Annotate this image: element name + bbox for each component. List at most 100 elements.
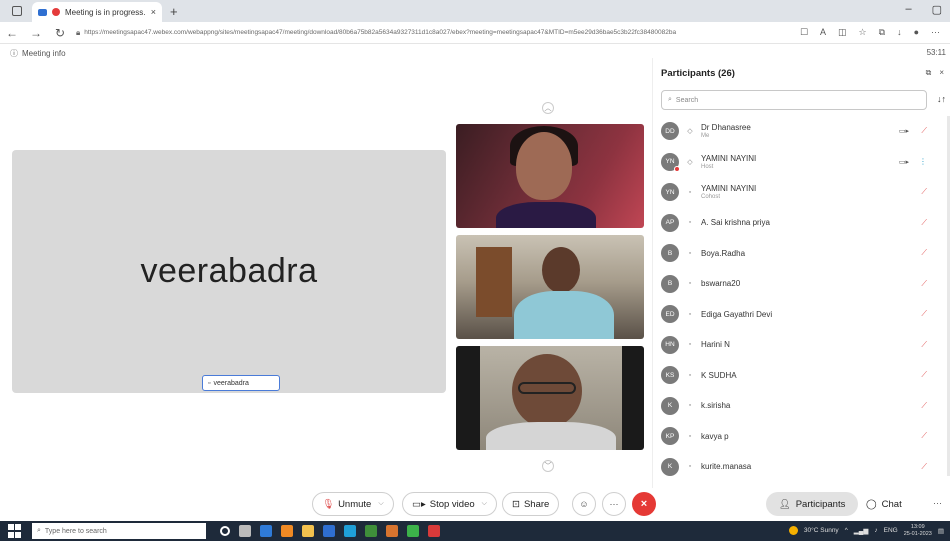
participant-row[interactable]: K ▫ k.sirisha ⟋	[661, 391, 947, 422]
mic-muted-icon[interactable]: ⟋	[921, 401, 927, 411]
participant-row[interactable]: B ▫ Boya.Radha ⟋	[661, 238, 947, 269]
refresh-icon[interactable]: ↻	[48, 26, 72, 40]
participant-row[interactable]: YN ▫ YAMINI NAYINI Cohost ⟋	[661, 177, 947, 208]
unmute-button[interactable]: 🎙︎ Unmute ⌵	[312, 492, 394, 516]
mic-muted-icon[interactable]: ⟋	[921, 187, 927, 197]
task-view-icon[interactable]	[239, 525, 251, 537]
browser-tab[interactable]: Meeting is in progress... ×	[32, 2, 162, 22]
device-icon: ▫	[688, 280, 692, 288]
forward-arrow-icon[interactable]: →	[24, 26, 48, 40]
panel-controls: ⧉ ×	[926, 68, 944, 78]
tray-arrow-icon[interactable]: ^	[845, 527, 848, 534]
stop-video-button[interactable]: ▭▸ Stop video ⌵	[402, 492, 497, 516]
meeting-info-button[interactable]: ⓘ Meeting info	[10, 48, 66, 59]
collections-icon[interactable]: ⧉	[879, 27, 885, 38]
windows-start-icon[interactable]	[8, 524, 22, 538]
participant-row[interactable]: KP ▫ kavya p ⟋	[661, 421, 947, 452]
back-arrow-icon[interactable]: ←	[0, 26, 24, 40]
browser-menu-icon[interactable]: ···	[931, 27, 940, 38]
volume-icon[interactable]: ♪	[874, 527, 877, 534]
participant-row[interactable]: DD ◇ Dr Dhanasree Me ▭▸ ⟋	[661, 116, 947, 147]
taskbar-search-input[interactable]: ⌕ Type here to search	[32, 523, 206, 539]
scroll-up-chevron-icon[interactable]: ︿	[542, 102, 554, 114]
close-panel-icon[interactable]: ×	[939, 68, 944, 78]
mic-muted-icon[interactable]: ⟋	[921, 370, 927, 380]
windows-taskbar: ⌕ Type here to search 30°C Sunny ^ ▂▄▆ ♪…	[0, 521, 950, 541]
split-screen-icon[interactable]: ◫	[838, 27, 847, 38]
search-placeholder: Search	[675, 96, 699, 104]
participant-name: YAMINI NAYINI	[701, 153, 757, 163]
mic-muted-icon[interactable]: ⟋	[921, 431, 927, 441]
edge-icon[interactable]	[260, 525, 272, 537]
url-text: https://meetingsapac47.webex.com/webappn…	[84, 29, 677, 36]
taskbar-clock[interactable]: 13:09 25-01-2023	[904, 524, 932, 537]
network-icon[interactable]: ▂▄▆	[854, 527, 869, 535]
participant-search-input[interactable]: ⌕ Search	[661, 90, 927, 110]
popout-icon[interactable]: ⧉	[926, 68, 932, 78]
chevron-down-icon[interactable]: ⌵	[482, 500, 487, 508]
sort-icon[interactable]: ↓↑	[937, 94, 946, 104]
mic-muted-icon[interactable]: ⟋	[921, 340, 927, 350]
vlc-icon[interactable]	[386, 525, 398, 537]
avatar-initials: B	[667, 280, 673, 288]
participant-name-block: Boya.Radha	[701, 249, 745, 258]
weather-text[interactable]: 30°C Sunny	[804, 527, 839, 534]
profile-icon[interactable]: ●	[914, 27, 919, 38]
url-field[interactable]: 🔒︎ https://meetingsapac47.webex.com/weba…	[72, 25, 790, 41]
share-button[interactable]: ⊡ Share	[502, 492, 560, 516]
participants-button[interactable]: 👤︎ Participants	[766, 492, 858, 516]
cortana-icon[interactable]	[220, 526, 230, 536]
excel-icon[interactable]	[365, 525, 377, 537]
avatar-initials: DD	[665, 127, 675, 135]
lock-icon: 🔒︎	[76, 27, 81, 37]
language-indicator[interactable]: ENG	[884, 527, 898, 534]
more-options-button[interactable]: ···	[602, 492, 626, 516]
active-speaker-tile[interactable]: veerabadra ▫ veerabadra	[12, 150, 446, 393]
participant-row[interactable]: KS ▫ K SUDHA ⟋	[661, 360, 947, 391]
tab-actions-icon[interactable]	[12, 6, 22, 16]
weather-sun-icon	[788, 526, 798, 535]
chrome-icon[interactable]	[407, 525, 419, 537]
maximize-button[interactable]: ▢	[932, 3, 942, 16]
chat-button[interactable]: ◯ Chat	[866, 492, 902, 516]
more-panels-icon[interactable]: ···	[933, 498, 942, 508]
scroll-down-chevron-icon[interactable]: ﹀	[542, 460, 554, 472]
mic-on-icon[interactable]: ⋮	[919, 157, 927, 166]
participant-list: DD ◇ Dr Dhanasree Me ▭▸ ⟋ YN ◇ YAMINI NAYINI Host…	[661, 116, 947, 482]
new-tab-button[interactable]: +	[170, 4, 178, 19]
downloads-icon[interactable]: ↓	[897, 27, 902, 38]
participant-row[interactable]: ED ▫ Ediga Gayathri Devi ⟋	[661, 299, 947, 330]
participant-row[interactable]: AP ▫ A. Sai krishna priya ⟋	[661, 208, 947, 239]
video-tile-1[interactable]	[456, 124, 644, 228]
mic-muted-icon[interactable]: ⟋	[921, 279, 927, 289]
participant-row[interactable]: YN ◇ YAMINI NAYINI Host ▭▸ ⋮	[661, 147, 947, 178]
tab-close-icon[interactable]: ×	[151, 7, 156, 17]
chevron-down-icon[interactable]: ⌵	[378, 500, 383, 508]
mic-muted-icon[interactable]: ⟋	[921, 309, 927, 319]
minimize-button[interactable]: –	[905, 3, 911, 16]
file-explorer-icon[interactable]	[302, 525, 314, 537]
translate-icon[interactable]: A	[820, 27, 826, 38]
mic-muted-icon[interactable]: ⟋	[921, 218, 927, 228]
notifications-icon[interactable]: ▤	[938, 527, 944, 535]
mic-muted-icon[interactable]: ⟋	[921, 248, 927, 258]
webex-app-icon[interactable]	[428, 525, 440, 537]
firefox-icon[interactable]	[281, 525, 293, 537]
video-tile-3[interactable]	[456, 346, 644, 450]
avatar-initials: KP	[665, 432, 675, 440]
mic-muted-icon[interactable]: ⟋	[921, 462, 927, 472]
avatar-initials: HN	[665, 341, 675, 349]
participant-row[interactable]: K ▫ kurite.manasa ⟋	[661, 452, 947, 483]
read-aloud-icon[interactable]: ☐	[800, 27, 808, 38]
favorites-star-icon[interactable]: ☆	[859, 27, 867, 38]
mail-icon[interactable]	[344, 525, 356, 537]
participants-label: Participants	[795, 498, 846, 510]
mic-muted-icon[interactable]: ⟋	[921, 126, 927, 136]
video-tile-2[interactable]	[456, 235, 644, 339]
participant-avatar: ED	[661, 305, 679, 324]
leave-meeting-button[interactable]: ×	[632, 492, 656, 516]
participant-row[interactable]: B ▫ bswarna20 ⟋	[661, 269, 947, 300]
participant-row[interactable]: HN ▫ Harini N ⟋	[661, 330, 947, 361]
store-icon[interactable]	[323, 525, 335, 537]
reactions-button[interactable]: ☺	[572, 492, 596, 516]
